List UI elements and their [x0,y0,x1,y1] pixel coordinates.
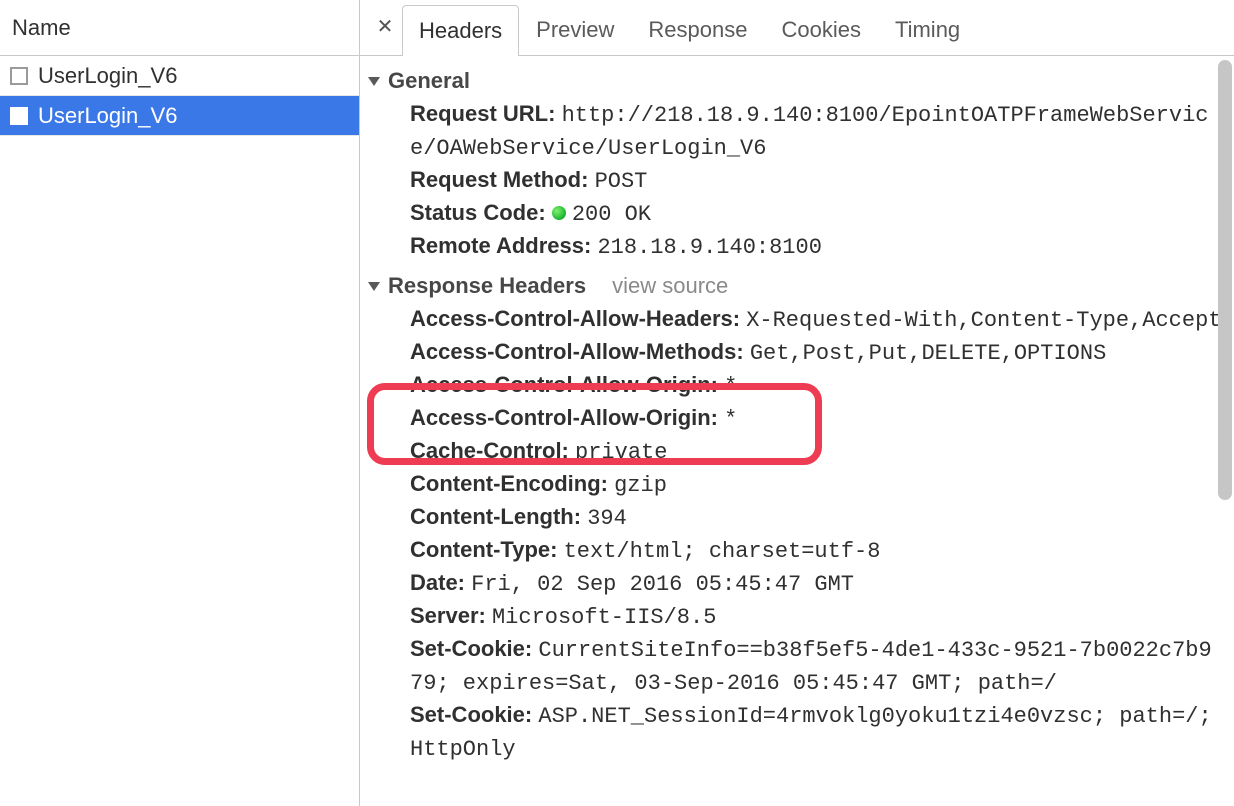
status-code-label: Status Code: [410,200,546,225]
general-section: General Request URL: http://218.18.9.140… [368,64,1222,263]
general-title: General [388,68,470,94]
header-row: Date: Fri, 02 Sep 2016 05:45:47 GMT [410,567,1222,600]
status-code-value: 200 OK [552,202,651,227]
sidebar-items: UserLogin_V6 UserLogin_V6 [0,56,359,806]
chevron-down-icon [368,77,380,86]
tab-response[interactable]: Response [631,4,764,55]
file-icon [10,107,28,125]
tab-cookies[interactable]: Cookies [764,4,877,55]
header-row: Cache-Control: private [410,435,1222,468]
request-url-row: Request URL: http://218.18.9.140:8100/Ep… [410,98,1222,164]
header-row: Set-Cookie: CurrentSiteInfo==b38f5ef5-4d… [410,633,1222,699]
scrollbar-thumb[interactable] [1218,60,1232,500]
details-pane: ✕ Headers Preview Response Cookies Timin… [360,0,1234,806]
view-source-link[interactable]: view source [612,273,728,299]
request-row-label: UserLogin_V6 [38,63,177,89]
header-row: Content-Type: text/html; charset=utf-8 [410,534,1222,567]
headers-content: General Request URL: http://218.18.9.140… [360,56,1234,806]
tab-preview[interactable]: Preview [519,4,631,55]
request-row-selected[interactable]: UserLogin_V6 [0,96,359,136]
sidebar-header-label: Name [12,15,71,41]
remote-address-value: 218.18.9.140:8100 [597,235,821,260]
header-row: Server: Microsoft-IIS/8.5 [410,600,1222,633]
header-row: Set-Cookie: ASP.NET_SessionId=4rmvoklg0y… [410,699,1222,765]
header-row: Access-Control-Allow-Headers: X-Requeste… [410,303,1222,336]
header-row: Access-Control-Allow-Origin: * [410,402,1222,435]
request-row-label: UserLogin_V6 [38,103,177,129]
sidebar-header[interactable]: Name [0,0,359,56]
general-section-toggle[interactable]: General [368,64,1222,98]
response-headers-toggle[interactable]: Response Headers view source [368,269,1222,303]
general-kv-block: Request URL: http://218.18.9.140:8100/Ep… [368,98,1222,263]
header-row: Access-Control-Allow-Methods: Get,Post,P… [410,336,1222,369]
request-url-label: Request URL: [410,101,555,126]
request-row[interactable]: UserLogin_V6 [0,56,359,96]
header-row: Content-Encoding: gzip [410,468,1222,501]
devtools-network-panel: Name UserLogin_V6 UserLogin_V6 ✕ Headers… [0,0,1234,806]
tab-timing[interactable]: Timing [878,4,977,55]
response-headers-title: Response Headers [388,273,586,299]
response-headers-section: Response Headers view source Access-Cont… [368,269,1222,765]
request-method-label: Request Method: [410,167,588,192]
chevron-down-icon [368,282,380,291]
response-headers-kv-block: Access-Control-Allow-Headers: X-Requeste… [368,303,1222,765]
status-code-row: Status Code: 200 OK [410,197,1222,230]
status-dot-icon [552,206,566,220]
request-method-row: Request Method: POST [410,164,1222,197]
remote-address-label: Remote Address: [410,233,591,258]
close-icon[interactable]: ✕ [368,0,402,55]
header-row: Access-Control-Allow-Origin: * [410,369,1222,402]
header-row: Content-Length: 394 [410,501,1222,534]
details-tabs: ✕ Headers Preview Response Cookies Timin… [360,0,1234,56]
request-method-value: POST [595,169,648,194]
tab-headers[interactable]: Headers [402,5,519,56]
remote-address-row: Remote Address: 218.18.9.140:8100 [410,230,1222,263]
file-icon [10,67,28,85]
request-list-sidebar: Name UserLogin_V6 UserLogin_V6 [0,0,360,806]
